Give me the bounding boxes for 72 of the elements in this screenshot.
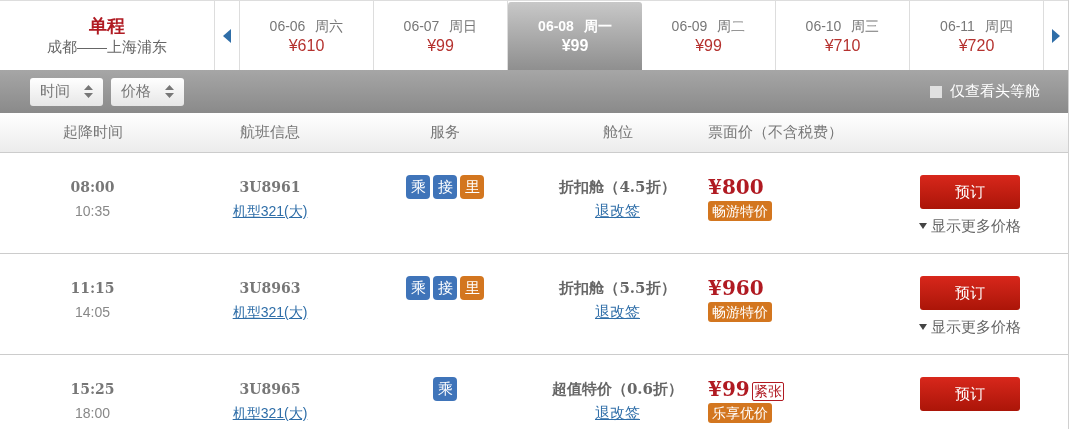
scarcity-tag: 紧张 (751, 382, 784, 401)
trip-type: 单程 (89, 14, 125, 37)
promo-tag: 畅游特价 (708, 201, 772, 221)
checkbox[interactable] (930, 85, 942, 98)
cabin-class: 超值特价（0.6折） (551, 379, 684, 400)
service-tag: 乘 (433, 377, 457, 401)
aircraft-link[interactable]: 机型321(大) (232, 199, 308, 223)
departure-time: 15:25 (70, 380, 115, 399)
column-header: 航班信息 (240, 122, 300, 143)
flight-number: 3U8965 (239, 380, 301, 399)
departure-time: 11:15 (70, 279, 115, 298)
aircraft-link[interactable]: 机型321(大) (232, 401, 308, 425)
tab-weekday: 周四 (984, 16, 1013, 36)
tab-date: 06-10 (805, 16, 842, 36)
sort-icon (165, 85, 174, 98)
tab-date: 06-11 (940, 16, 975, 36)
previous-arrow-icon[interactable] (223, 28, 231, 43)
caret-icon (919, 223, 927, 230)
route-text: 成都——上海浦东 (47, 36, 167, 57)
ticket-price: ¥960 (708, 276, 764, 300)
service-tag: 接 (433, 175, 457, 199)
arrival-time: 10:35 (74, 202, 110, 221)
tab-price: ¥99 (561, 36, 589, 56)
refund-change-link[interactable]: 退改签 (595, 401, 640, 425)
column-header: 起降时间 (62, 122, 123, 143)
tab-price: ¥99 (695, 35, 722, 56)
refund-change-link[interactable]: 退改签 (595, 199, 640, 223)
arrival-time: 18:00 (74, 404, 110, 423)
service-tag: 乘 (406, 175, 430, 199)
column-header: 舱位 (602, 122, 633, 143)
tab-price: ¥720 (958, 35, 995, 56)
next-arrow-icon[interactable] (1052, 28, 1060, 43)
service-tag: 里 (460, 276, 484, 300)
book-button[interactable]: 预订 (920, 377, 1020, 411)
service-tag: 接 (433, 276, 457, 300)
column-header: 服务 (430, 122, 460, 143)
more-prices-link[interactable]: 显示更多价格 (919, 316, 1021, 339)
departure-time: 08:00 (70, 178, 115, 197)
book-button[interactable]: 预订 (920, 276, 1020, 310)
promo-tag: 畅游特价 (708, 302, 772, 322)
ticket-price: ¥99 (708, 377, 750, 401)
sort-button[interactable]: 价格 (111, 77, 184, 106)
sort-icon (84, 85, 93, 98)
caret-icon (919, 324, 927, 331)
flight-number: 3U8961 (239, 178, 301, 197)
checkbox-label: 仅查看头等舱 (950, 81, 1040, 102)
ticket-price: ¥800 (708, 175, 764, 199)
cabin-class: 折扣舱（5.5折） (559, 278, 676, 299)
column-header: 票面价（不含税费） (708, 122, 843, 143)
tab-price: ¥710 (824, 35, 861, 56)
promo-tag: 乐享优价 (708, 403, 772, 423)
tab-weekday: 周日 (449, 16, 478, 36)
cabin-class: 折扣舱（4.5折） (559, 177, 676, 198)
service-tag: 里 (460, 175, 484, 199)
more-prices-link[interactable]: 显示更多价格 (919, 215, 1021, 238)
tab-date: 06-09 (671, 16, 708, 36)
tab-price: ¥610 (288, 35, 325, 56)
tab-date: 06-06 (269, 16, 306, 36)
tab-weekday: 周六 (315, 16, 344, 36)
tab-price: ¥99 (427, 35, 454, 56)
sort-button[interactable]: 时间 (30, 77, 103, 106)
flight-number: 3U8963 (239, 279, 301, 298)
arrival-time: 14:05 (74, 303, 110, 322)
aircraft-link[interactable]: 机型321(大) (232, 300, 308, 324)
tab-weekday: 周二 (717, 16, 746, 36)
tab-weekday: 周一 (583, 17, 612, 36)
tab-weekday: 周三 (851, 16, 880, 36)
refund-change-link[interactable]: 退改签 (595, 300, 640, 324)
tab-date: 06-07 (403, 16, 440, 36)
tab-date: 06-08 (538, 17, 574, 36)
service-tag: 乘 (406, 276, 430, 300)
book-button[interactable]: 预订 (920, 175, 1020, 209)
